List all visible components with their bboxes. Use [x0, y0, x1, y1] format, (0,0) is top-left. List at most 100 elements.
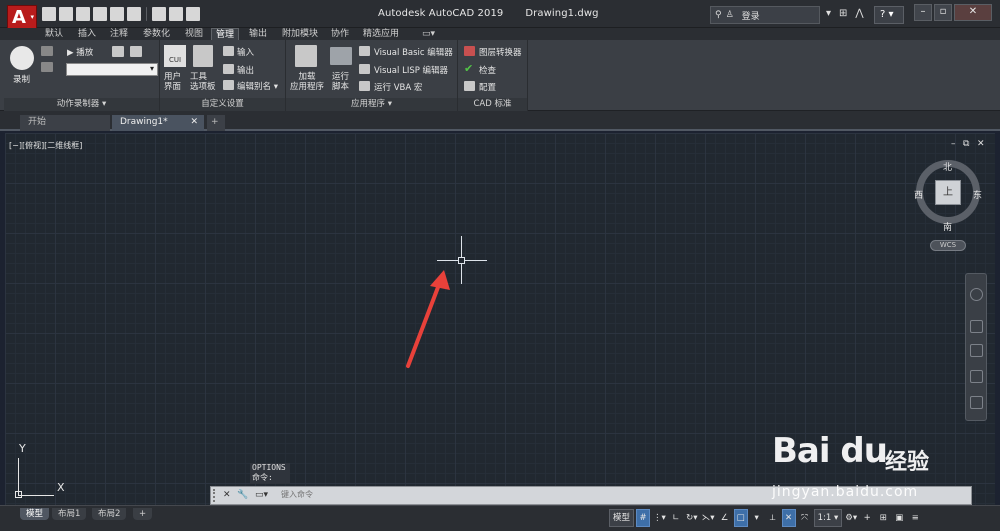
run-vba-button[interactable]: 运行 VBA 宏: [374, 81, 422, 93]
preference-icon[interactable]: [112, 46, 124, 57]
layer-translator-icon[interactable]: [464, 46, 475, 56]
annotation-visibility-icon[interactable]: ⟂: [766, 509, 780, 527]
viewport-minimize-icon[interactable]: –: [951, 139, 956, 149]
lisp-editor-icon[interactable]: [359, 64, 370, 74]
new-icon[interactable]: [42, 7, 56, 21]
wcs-menu[interactable]: WCS: [930, 240, 966, 251]
close-command-icon[interactable]: ✕: [223, 490, 231, 500]
publish-icon[interactable]: [110, 7, 124, 21]
run-script-button[interactable]: 运行 脚本: [332, 72, 349, 92]
close-button[interactable]: ✕: [954, 4, 992, 21]
import-icon[interactable]: [223, 46, 234, 56]
auto-scale-icon[interactable]: ⤧: [798, 509, 812, 527]
workspace-gear-icon[interactable]: ⚙▾: [844, 509, 858, 527]
load-application-button[interactable]: 加载 应用程序: [290, 72, 324, 92]
tool-palettes-icon[interactable]: [193, 45, 213, 67]
tab-insert[interactable]: 插入: [74, 28, 100, 40]
edit-aliases-icon[interactable]: [223, 80, 234, 90]
exchange-icon[interactable]: ⊞: [839, 8, 847, 19]
panel-title[interactable]: 应用程序 ▾: [286, 98, 457, 111]
record-button[interactable]: 录制: [13, 73, 30, 85]
tab-start[interactable]: 开始: [20, 115, 110, 131]
compass-west[interactable]: 西: [914, 188, 923, 201]
network-icon[interactable]: ⋀: [855, 8, 863, 19]
zoom-extents-icon[interactable]: [970, 344, 983, 357]
macro-select[interactable]: ▾: [66, 63, 158, 76]
login-label[interactable]: 登录: [742, 9, 760, 22]
tab-layout2[interactable]: 布局2: [92, 508, 127, 520]
isolate-objects-icon[interactable]: ⊞: [876, 509, 890, 527]
save-as-icon[interactable]: [93, 7, 107, 21]
sign-in-area[interactable]: ⚲ ♙ 登录: [710, 6, 820, 24]
customize-command-icon[interactable]: 🔧: [237, 490, 248, 500]
compass-north[interactable]: 北: [943, 160, 952, 173]
tab-featured-apps[interactable]: 精选应用: [359, 28, 403, 40]
orbit-icon[interactable]: [970, 370, 983, 383]
tab-addins[interactable]: 附加模块: [278, 28, 322, 40]
object-snap-tracking-icon[interactable]: ∠: [718, 509, 732, 527]
ribbon-minimize-icon[interactable]: ▭▾: [418, 28, 439, 40]
viewport-close-icon[interactable]: ✕: [977, 139, 985, 149]
panel-title[interactable]: 动作录制器 ▾: [4, 98, 159, 111]
run-vba-icon[interactable]: [359, 81, 370, 91]
run-script-icon[interactable]: [330, 47, 352, 65]
tab-drawing1[interactable]: Drawing1* ✕: [112, 115, 204, 131]
play-button[interactable]: ▶ 播放: [67, 46, 93, 58]
user-interface-button[interactable]: 用户 界面: [164, 72, 181, 92]
qat-dropdown-icon[interactable]: [186, 7, 200, 21]
request-input-icon[interactable]: [41, 62, 53, 72]
annotation-scale-select[interactable]: 1:1 ▾: [813, 509, 843, 527]
customization-menu-icon[interactable]: ≡: [908, 509, 922, 527]
vba-editor-button[interactable]: Visual Basic 编辑器: [374, 46, 453, 58]
record-icon[interactable]: [10, 46, 34, 70]
steering-wheel-icon[interactable]: [970, 288, 983, 301]
help-button[interactable]: ? ▾: [874, 6, 904, 24]
compass-east[interactable]: 东: [973, 188, 982, 201]
tool-palettes-button[interactable]: 工具 选项板: [190, 72, 216, 92]
close-tab-icon[interactable]: ✕: [190, 115, 198, 130]
tab-annotate[interactable]: 注释: [106, 28, 132, 40]
tab-home[interactable]: 默认: [41, 28, 67, 40]
add-layout-button[interactable]: +: [133, 508, 153, 520]
tab-output[interactable]: 输出: [245, 28, 271, 40]
clean-screen-icon[interactable]: ▣: [892, 509, 906, 527]
check-icon[interactable]: ✔: [464, 62, 473, 75]
tab-manage[interactable]: 管理: [211, 28, 240, 40]
check-button[interactable]: 检查: [479, 64, 496, 76]
model-space-button[interactable]: 模型: [609, 509, 635, 527]
configure-icon[interactable]: [464, 81, 475, 91]
load-application-icon[interactable]: [295, 45, 317, 67]
annotation-scale-icon[interactable]: ✕: [781, 509, 796, 527]
add-scale-icon[interactable]: +: [860, 509, 874, 527]
object-snap-icon[interactable]: □: [733, 509, 748, 527]
undo-icon[interactable]: [152, 7, 166, 21]
open-icon[interactable]: [59, 7, 73, 21]
layer-translator-button[interactable]: 图层转换器: [479, 46, 522, 58]
pan-icon[interactable]: [970, 320, 983, 333]
command-line-grip[interactable]: [213, 489, 221, 502]
viewcube-top-face[interactable]: 上: [935, 180, 961, 205]
redo-icon[interactable]: [169, 7, 183, 21]
recent-commands-icon[interactable]: ▭▾: [255, 490, 268, 500]
export-button[interactable]: 输出: [237, 64, 254, 76]
vba-editor-icon[interactable]: [359, 46, 370, 56]
manage-macros-icon[interactable]: [130, 46, 142, 57]
configure-button[interactable]: 配置: [479, 81, 496, 93]
tab-layout1[interactable]: 布局1: [52, 508, 87, 520]
export-icon[interactable]: [223, 64, 234, 74]
binoculars-icon[interactable]: ⚲: [715, 10, 722, 20]
new-tab-button[interactable]: +: [207, 115, 225, 131]
lisp-editor-button[interactable]: Visual LISP 编辑器: [374, 64, 448, 76]
tab-collaborate[interactable]: 协作: [327, 28, 353, 40]
drawing-canvas[interactable]: [−][俯视][二维线框] – ⧉ ✕ 上 北 南 东 西 WCS Y X OP…: [5, 133, 995, 505]
viewport-controls-label[interactable]: [−][俯视][二维线框]: [9, 140, 82, 151]
grid-icon[interactable]: #: [636, 509, 651, 527]
command-input[interactable]: [281, 490, 581, 499]
plot-icon[interactable]: [127, 7, 141, 21]
restore-button[interactable]: ▫: [934, 4, 952, 21]
minimize-button[interactable]: –: [914, 4, 932, 21]
tab-parametric[interactable]: 参数化: [139, 28, 174, 40]
snap-icon[interactable]: ⋮▾: [652, 509, 667, 527]
tab-model[interactable]: 模型: [20, 508, 50, 520]
cui-icon[interactable]: CUI: [164, 45, 186, 67]
